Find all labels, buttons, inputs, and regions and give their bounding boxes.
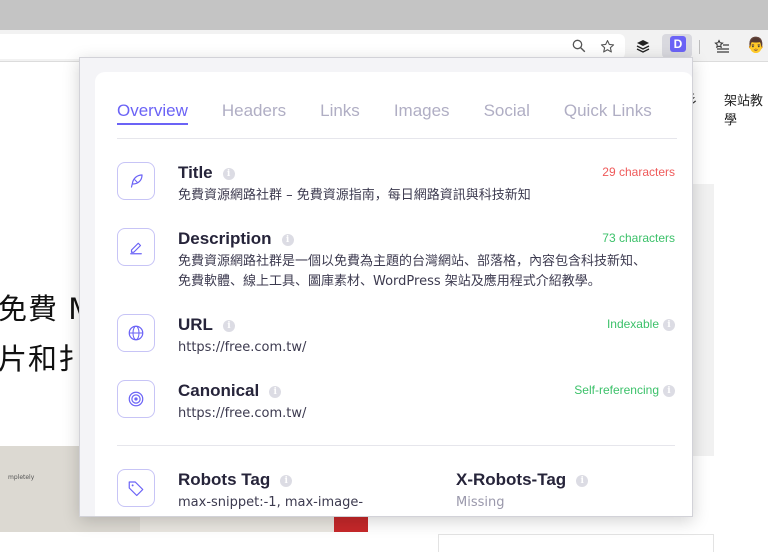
toolbar-separator: [699, 40, 700, 54]
tab-images[interactable]: Images: [394, 101, 450, 123]
info-icon[interactable]: i: [663, 384, 675, 397]
info-icon[interactable]: i: [222, 319, 235, 332]
seo-extension-popup: Overview Headers Links Images Social Qui…: [79, 57, 693, 517]
feather-icon: [117, 162, 155, 200]
popup-panel: Overview Headers Links Images Social Qui…: [95, 72, 692, 516]
nav-item-tutorials[interactable]: 架站教學: [724, 90, 768, 128]
bookmark-star-icon[interactable]: [598, 37, 616, 55]
hero-headline-line2: 片和扌: [0, 342, 89, 376]
description-row: Description i 免費資源網路社群是一個以免費為主題的台灣網站、部落格，…: [117, 228, 675, 298]
title-value: 免費資源網路社群 – 免費資源指南，每日網路資訊與科技新知: [178, 188, 531, 203]
url-row: URL i https://free.com.tw/ Indexable i: [117, 314, 675, 360]
canonical-status: Self-referencing i: [574, 383, 675, 397]
x-robots-tag-value: Missing: [456, 495, 505, 510]
title-label: Title i: [178, 163, 235, 183]
description-label: Description i: [178, 229, 294, 249]
tag-icon: [117, 469, 155, 507]
tab-social[interactable]: Social: [484, 101, 530, 123]
description-label-text: Description: [178, 229, 272, 248]
tab-headers[interactable]: Headers: [222, 101, 286, 123]
canonical-label: Canonical i: [178, 381, 282, 401]
title-row: Title i 免費資源網路社群 – 免費資源指南，每日網路資訊與科技新知 29 …: [117, 162, 675, 212]
description-value: 免費資源網路社群是一個以免費為主題的台灣網站、部落格，內容包含科技新知、 免費軟…: [178, 252, 646, 292]
sidebar-block: [692, 184, 714, 456]
robots-tag-row: Robots Tag i max-snippet:-1, max-image-: [117, 469, 377, 515]
browser-titlebar: [0, 0, 768, 30]
section-divider: [117, 445, 675, 446]
description-line-2: 免費軟體、線上工具、圖庫素材、WordPress 架站及應用程式介紹教學。: [178, 274, 601, 289]
tab-bar: Overview Headers Links Images Social Qui…: [117, 101, 677, 139]
url-label: URL i: [178, 315, 235, 335]
layers-extension-icon[interactable]: [634, 37, 652, 55]
url-indexable-status: Indexable i: [607, 317, 675, 331]
info-icon[interactable]: i: [663, 318, 675, 331]
url-value[interactable]: https://free.com.tw/: [178, 338, 306, 358]
tab-links[interactable]: Links: [320, 101, 360, 123]
x-robots-tag-label: X-Robots-Tag i: [456, 470, 589, 490]
canonical-value[interactable]: https://free.com.tw/: [178, 404, 306, 424]
tab-quick-links[interactable]: Quick Links: [564, 101, 652, 123]
robots-tag-value: max-snippet:-1, max-image-: [178, 495, 364, 510]
canonical-row: Canonical i https://free.com.tw/ Self-ref…: [117, 380, 675, 426]
title-char-count: 29 characters: [602, 165, 675, 179]
seo-extension-icon[interactable]: D: [670, 36, 686, 52]
robots-tag-label: Robots Tag i: [178, 470, 293, 490]
url-status-text: Indexable: [606, 317, 659, 331]
info-icon[interactable]: i: [281, 233, 294, 246]
zoom-icon[interactable]: [570, 37, 588, 55]
title-label-text: Title: [178, 163, 213, 182]
canonical-label-text: Canonical: [178, 381, 260, 400]
description-line-1: 免費資源網路社群是一個以免費為主題的台灣網站、部落格，內容包含科技新知、: [178, 254, 647, 269]
url-label-text: URL: [178, 315, 213, 334]
address-bar[interactable]: [0, 34, 625, 59]
x-robots-tag-label-text: X-Robots-Tag: [456, 470, 567, 489]
tab-overview[interactable]: Overview: [117, 101, 188, 125]
info-icon[interactable]: i: [576, 474, 589, 487]
sidebar-card: [438, 534, 714, 552]
globe-icon: [117, 314, 155, 352]
reading-list-icon[interactable]: [712, 37, 732, 55]
target-icon: [117, 380, 155, 418]
pencil-icon: [117, 228, 155, 266]
robots-tag-label-text: Robots Tag: [178, 470, 271, 489]
canonical-status-text: Self-referencing: [574, 383, 659, 397]
hero-image-caption: mpletely: [8, 474, 35, 481]
info-icon[interactable]: i: [222, 167, 235, 180]
x-robots-tag-row: X-Robots-Tag i Missing: [456, 469, 676, 515]
description-char-count: 73 characters: [602, 231, 675, 245]
info-icon[interactable]: i: [280, 474, 293, 487]
info-icon[interactable]: i: [269, 385, 282, 398]
profile-avatar[interactable]: 👨: [746, 34, 766, 56]
